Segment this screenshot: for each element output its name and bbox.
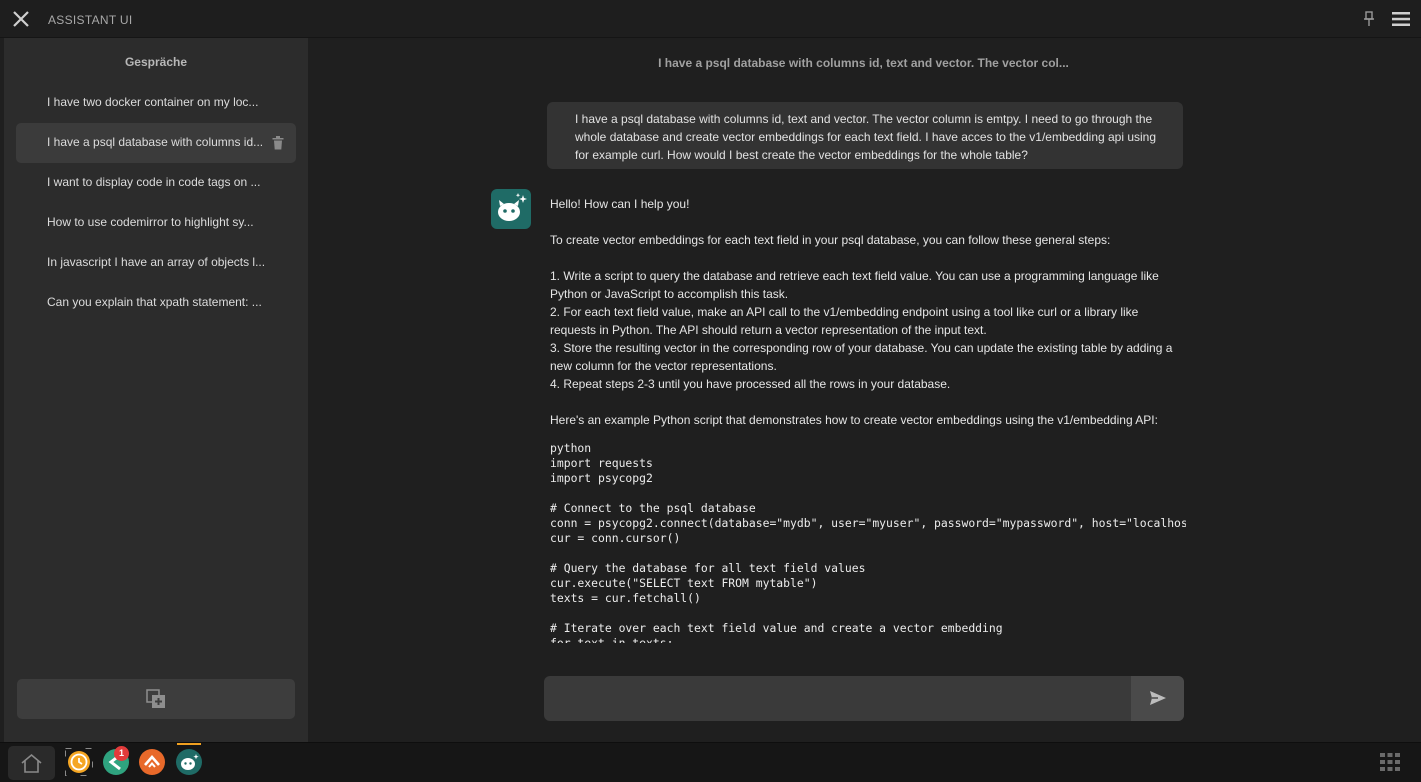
title-bar: ASSISTANT UI [0,0,1421,38]
hamburger-menu-icon[interactable] [1392,11,1410,27]
conversation-label: Can you explain that xpath statement: ..… [47,295,262,309]
step-item: 2. For each text field value, make an AP… [550,305,1139,337]
conversation-item-active[interactable]: I have a psql database with columns id..… [16,123,296,163]
steps-list: 1. Write a script to query the database … [550,267,1186,393]
user-message: I have a psql database with columns id, … [547,102,1183,169]
conversation-label: In javascript I have an array of objects… [47,255,266,269]
clock-app-icon [65,748,93,776]
home-button[interactable] [8,746,55,780]
conversation-label: I have a psql database with columns id..… [47,135,264,149]
assistant-intro: To create vector embeddings for each tex… [550,233,1111,247]
conversation-item[interactable]: In javascript I have an array of objects… [16,243,296,283]
conversation-item[interactable]: I have two docker container on my loc... [16,83,296,123]
tools-app-icon [139,749,165,775]
tools-app-button[interactable] [138,748,166,776]
message-input[interactable] [544,676,1130,721]
code-block: python import requests import psycopg2 #… [550,441,1186,643]
trash-icon[interactable] [272,136,284,150]
message-composer [544,676,1184,721]
example-intro: Here's an example Python script that dem… [550,413,1158,427]
app-grid-icon[interactable] [1380,753,1400,771]
send-icon [1150,691,1166,705]
conversation-item[interactable]: How to use codemirror to highlight sy... [16,203,296,243]
taskbar: 1 [0,742,1421,782]
assistant-app-button[interactable] [175,748,203,776]
conversation-sidebar: Gespräche I have two docker container on… [4,38,308,742]
new-conversation-button[interactable] [17,679,295,719]
clock-app-button[interactable] [65,748,93,776]
assistant-app-icon [176,749,202,775]
conversation-label: I want to display code in code tags on .… [47,175,261,189]
close-icon[interactable] [11,9,31,29]
step-item: 4. Repeat steps 2-3 until you have proce… [550,377,951,391]
home-icon [21,753,42,773]
assistant-avatar [491,189,531,229]
conversation-item[interactable]: I want to display code in code tags on .… [16,163,296,203]
pin-icon[interactable] [1362,11,1376,27]
assistant-message: Hello! How can I help you! To create vec… [550,195,1186,643]
conversation-label: How to use codemirror to highlight sy... [47,215,254,229]
sidebar-heading: Gespräche [124,55,188,69]
conversation-title: I have a psql database with columns id, … [658,56,1069,70]
assistant-greeting: Hello! How can I help you! [550,197,690,211]
send-button[interactable] [1131,676,1184,721]
notification-badge: 1 [114,746,129,761]
conversation-item[interactable]: Can you explain that xpath statement: ..… [16,283,296,323]
step-item: 1. Write a script to query the database … [550,269,1159,301]
window-title: ASSISTANT UI [48,13,133,27]
conversation-label: I have two docker container on my loc... [47,95,259,109]
active-app-indicator [177,743,201,745]
new-conversation-icon [146,689,165,708]
step-item: 3. Store the resulting vector in the cor… [550,341,1173,373]
chat-panel: I have a psql database with columns id, … [308,38,1419,742]
assistant-bot-icon [498,193,527,221]
